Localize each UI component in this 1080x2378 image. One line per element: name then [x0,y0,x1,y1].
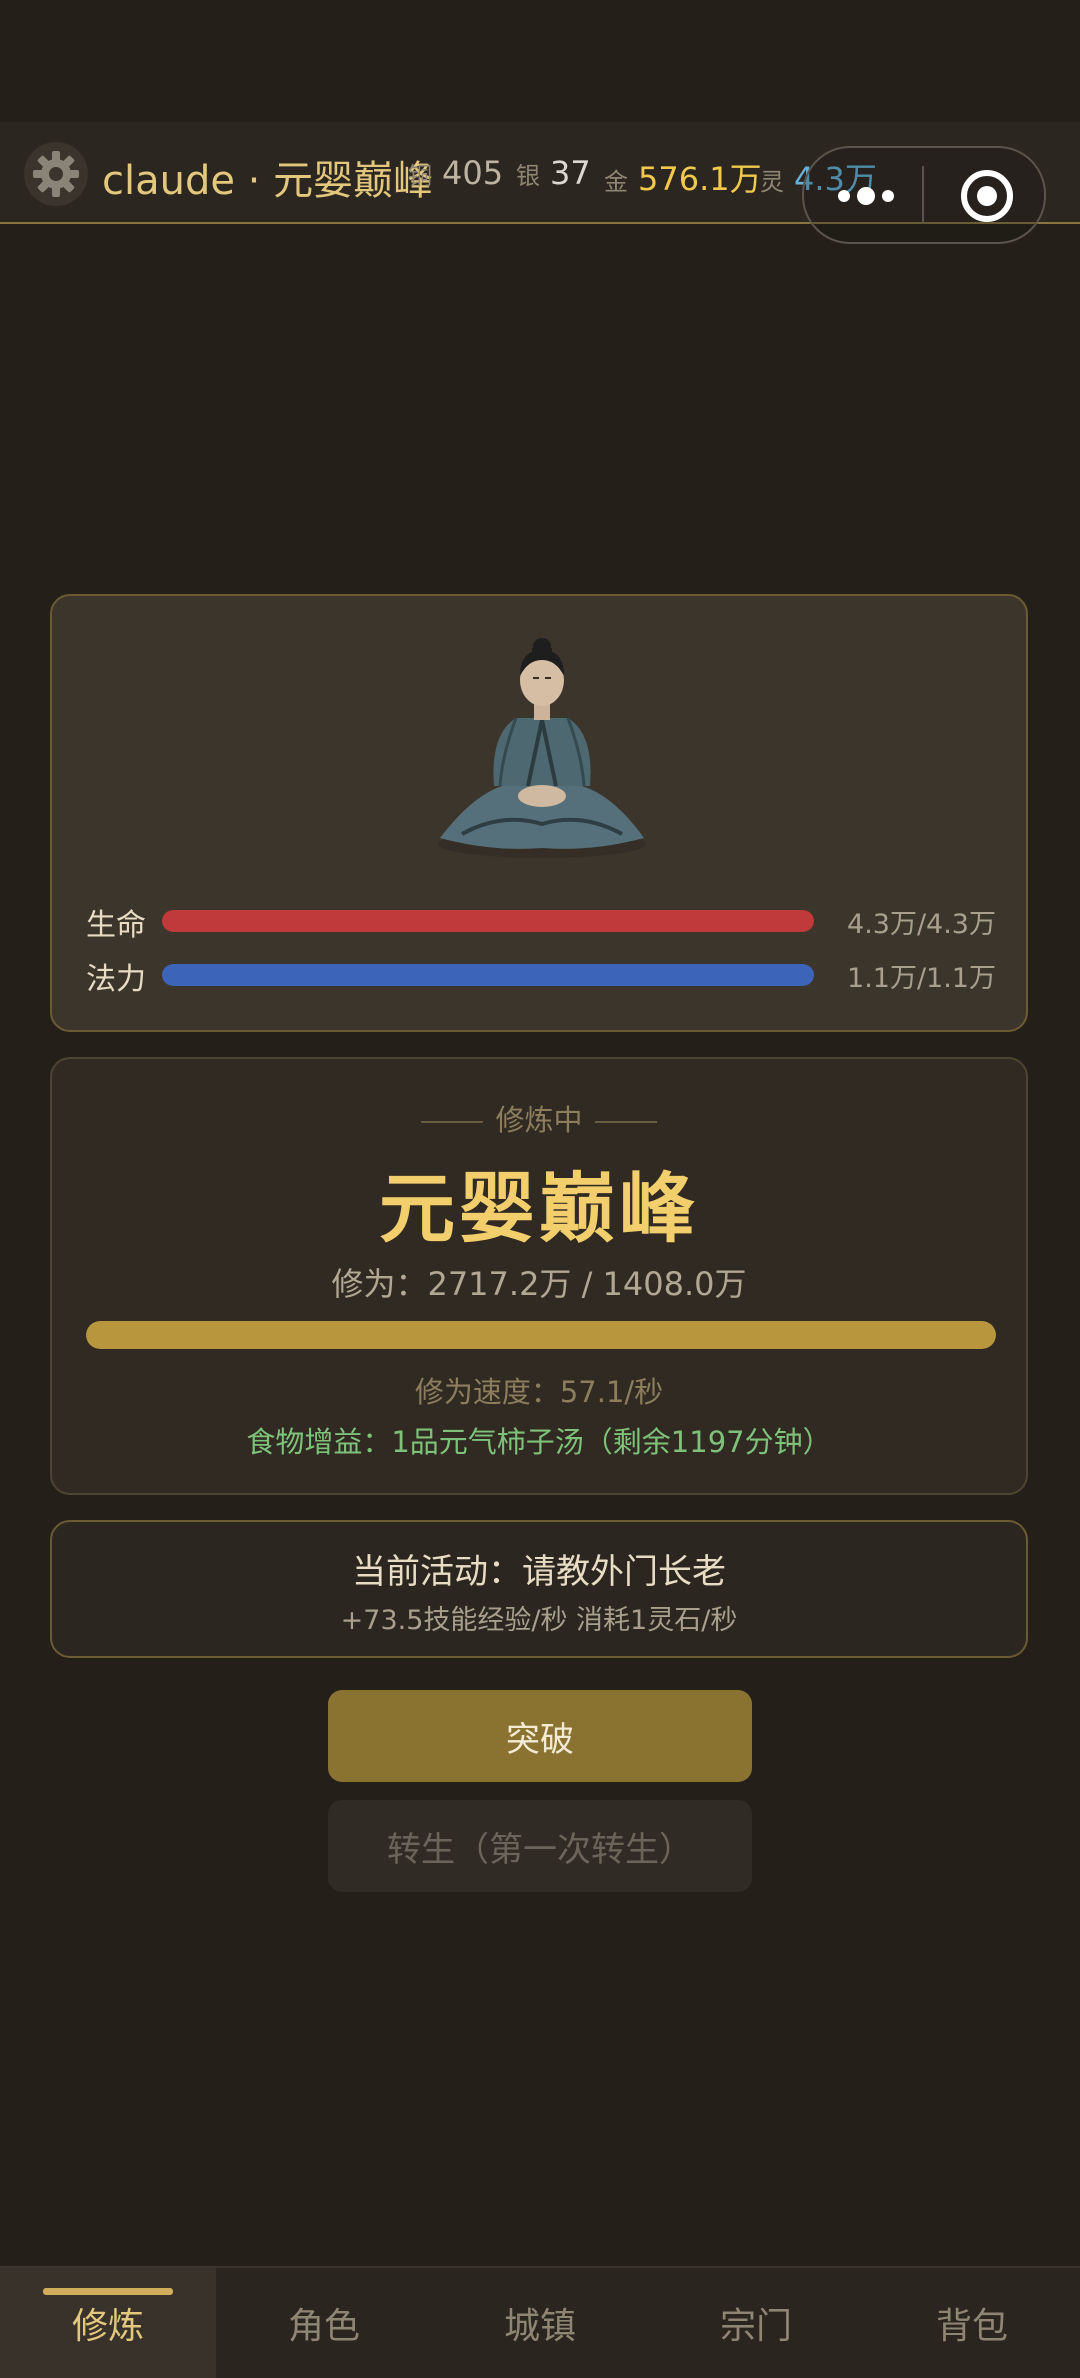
currency-copper: 铜 405 [408,154,503,192]
currency-silver: 银 37 [516,154,591,192]
mp-bar-fill [162,964,814,986]
cultivation-card: 修炼中 元婴巅峰 修为：2717.2万 / 1408.0万 修为速度：57.1/… [50,1057,1028,1495]
bottom-nav: 修炼 角色 城镇 宗门 背包 [0,2266,1080,2378]
gear-icon[interactable] [24,142,88,206]
hp-bar-fill [162,910,814,932]
hp-row: 生命 4.3万/4.3万 [86,900,996,943]
capsule-divider [922,166,924,224]
breakthrough-button[interactable]: 突破 [328,1690,752,1782]
mp-bar [162,964,814,986]
speed-text: 修为速度：57.1/秒 [414,1375,664,1409]
cultivation-status: 修炼中 [52,1097,1026,1139]
mp-value: 1.1万/1.1万 [847,963,996,994]
rebirth-button[interactable]: 转生（第一次转生） [328,1800,752,1892]
food-buff-text: 食物增益：1品元气柿子汤（剩余1197分钟） [246,1425,832,1459]
currency-silver-key: 银 [516,162,540,190]
activity-title: 当前活动：请教外门长老 [352,1552,726,1592]
currency-copper-key: 铜 [408,162,432,190]
currency-gold: 金 576.1万 [604,154,762,200]
player-title: claude · 元婴巅峰 [102,158,434,204]
currency-copper-value: 405 [442,154,504,192]
cultivation-status-text: 修炼中 [495,1103,583,1137]
meditating-cultivator-image [438,638,646,858]
currency-spirit-key: 灵 [760,168,784,196]
cultivation-progress-bar [86,1321,996,1349]
hp-label: 生命 [86,908,146,943]
realm-title: 元婴巅峰 [379,1164,699,1253]
currency-gold-key: 金 [604,168,628,196]
activity-card[interactable]: 当前活动：请教外门长老 +73.5技能经验/秒 消耗1灵石/秒 [50,1520,1028,1658]
nav-tab-label: 角色 [287,2306,360,2347]
nav-tab-cultivate[interactable]: 修炼 [0,2268,216,2378]
divider-left [421,1121,484,1123]
character-card: 生命 4.3万/4.3万 法力 1.1万/1.1万 [50,594,1028,1032]
target-close-icon[interactable] [961,170,1013,222]
xiuwei-text: 修为：2717.2万 / 1408.0万 [331,1265,747,1303]
activity-detail: +73.5技能经验/秒 消耗1灵石/秒 [340,1605,738,1636]
nav-tab-label: 背包 [935,2306,1008,2347]
nav-tab-sect[interactable]: 宗门 [648,2268,864,2378]
divider-right [594,1121,657,1123]
nav-tab-bag[interactable]: 背包 [864,2268,1080,2378]
nav-tab-label: 修炼 [71,2306,144,2347]
mp-row: 法力 1.1万/1.1万 [86,954,996,997]
hp-value: 4.3万/4.3万 [847,909,996,940]
nav-tab-label: 城镇 [503,2306,576,2347]
currency-silver-value: 37 [550,154,591,192]
active-tab-indicator [43,2288,173,2295]
cultivation-progress-fill [86,1321,996,1349]
mp-label: 法力 [86,962,146,997]
capsule-menu [802,146,1046,244]
nav-tab-town[interactable]: 城镇 [432,2268,648,2378]
nav-tab-character[interactable]: 角色 [216,2268,432,2378]
hp-bar [162,910,814,932]
currency-gold-value: 576.1万 [638,160,762,198]
nav-tab-label: 宗门 [719,2306,792,2347]
